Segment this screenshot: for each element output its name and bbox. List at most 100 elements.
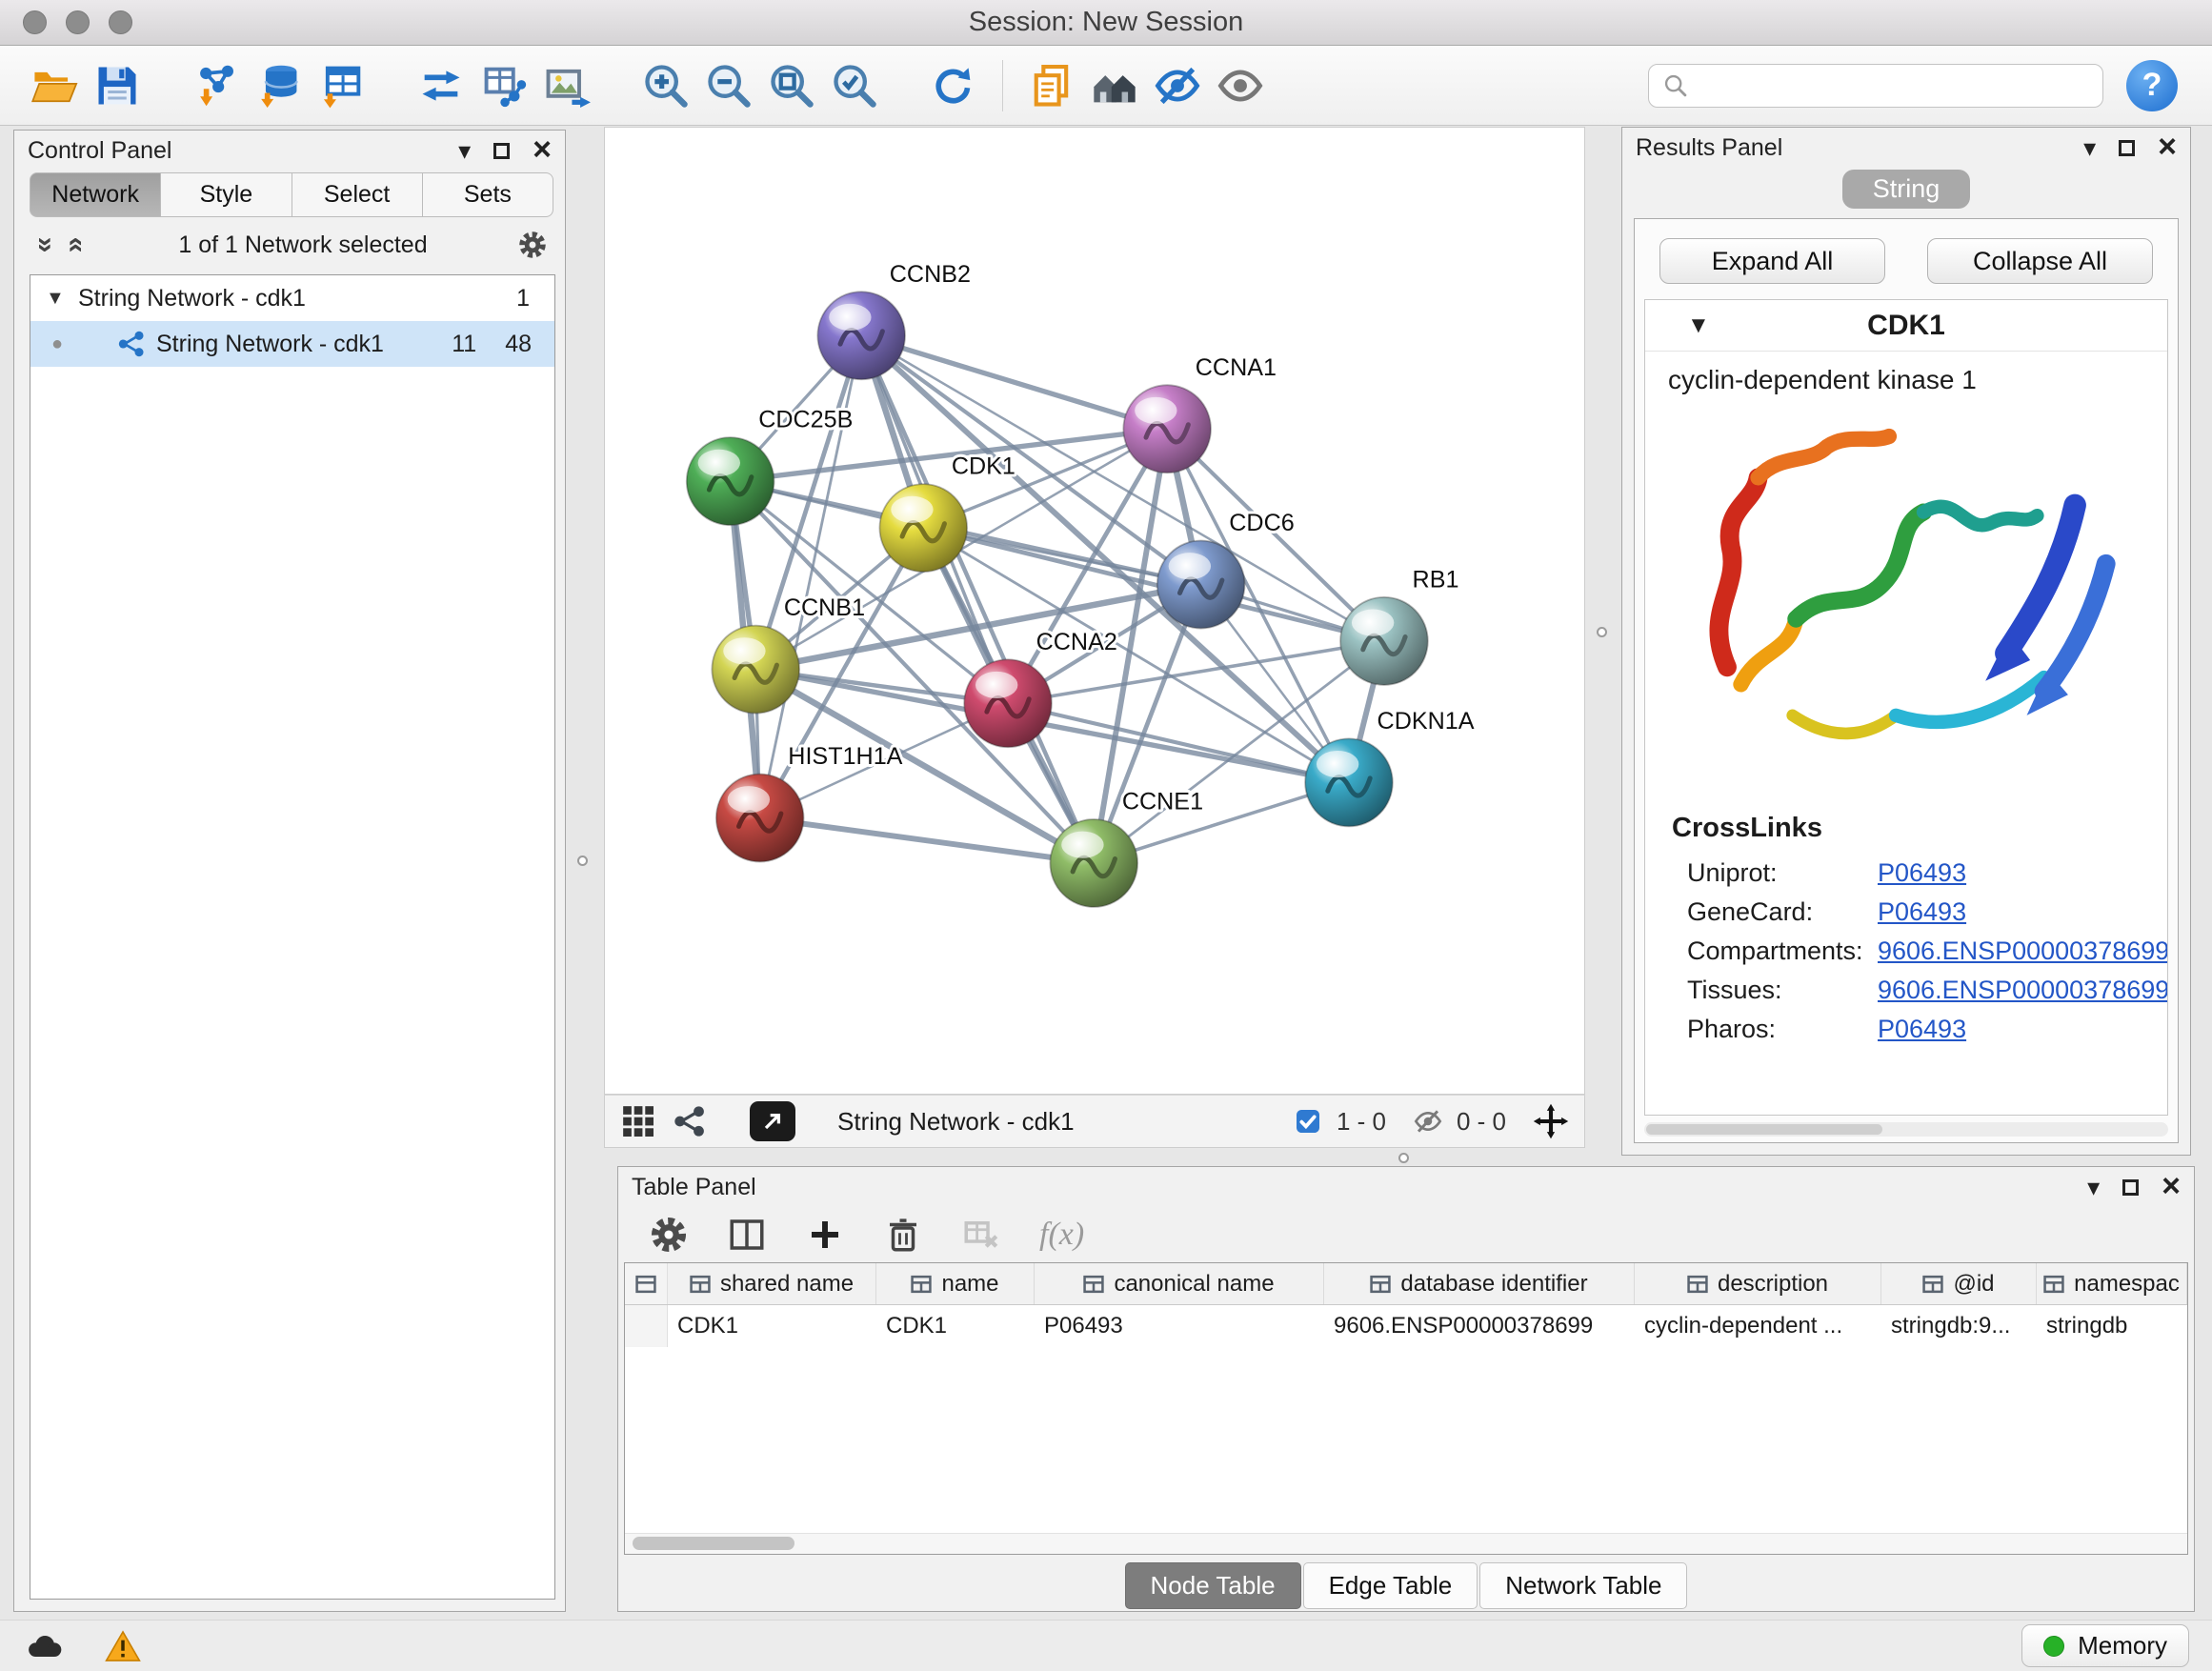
network-node-RB1[interactable]: RB1	[1340, 566, 1458, 684]
close-window-button[interactable]	[23, 10, 47, 34]
column-header-shared-name[interactable]: shared name	[668, 1263, 876, 1304]
refresh-button[interactable]	[922, 54, 985, 117]
column-header-name[interactable]: name	[876, 1263, 1035, 1304]
tab-edge-table[interactable]: Edge Table	[1303, 1562, 1478, 1609]
network-row-selected[interactable]: ● String Network - cdk1 11 48	[30, 321, 554, 367]
open-in-browser-button[interactable]	[750, 1101, 795, 1141]
entry-collapse-icon[interactable]: ▼	[1687, 312, 1710, 339]
cell-name[interactable]: CDK1	[876, 1305, 1035, 1347]
column-header-database-identifier[interactable]: database identifier	[1324, 1263, 1635, 1304]
results-horizontal-scrollbar[interactable]	[1644, 1122, 2168, 1137]
tree-expand-icon[interactable]: ▼	[46, 288, 78, 310]
splitter-handle[interactable]	[577, 856, 588, 866]
gene-entry-header[interactable]: ▼ CDK1	[1645, 300, 2167, 352]
edge-CCNB2-CCNE1[interactable]	[861, 335, 1094, 863]
new-network-button[interactable]	[410, 54, 473, 117]
cell-canonical-name[interactable]: P06493	[1035, 1305, 1324, 1347]
scrollbar-thumb[interactable]	[633, 1537, 794, 1550]
expand-all-icon[interactable]: »	[58, 231, 90, 259]
edge-HIST1H1A-CCNE1[interactable]	[760, 817, 1095, 863]
panel-float-icon[interactable]	[493, 143, 510, 159]
scrollbar-thumb[interactable]	[1646, 1124, 1882, 1135]
memory-button[interactable]: Memory	[2021, 1624, 2189, 1667]
import-table-from-file-button[interactable]	[311, 54, 373, 117]
panel-float-icon[interactable]	[2122, 1179, 2139, 1196]
panel-close-icon[interactable]: ×	[2162, 1174, 2181, 1199]
grid-view-icon[interactable]	[620, 1103, 656, 1139]
collapse-all-button[interactable]: Collapse All	[1927, 238, 2153, 284]
network-collection-row[interactable]: ▼ String Network - cdk1 1	[30, 275, 554, 321]
navigator-move-icon[interactable]	[1533, 1103, 1569, 1139]
network-canvas[interactable]: CCNB2CCNA1CDC25BCDK1CDC6RB1CCNB1CCNA2CDK…	[605, 128, 1584, 1094]
cell-id[interactable]: stringdb:9...	[1881, 1305, 2037, 1347]
zoom-in-button[interactable]	[634, 54, 697, 117]
delete-column-trash-icon[interactable]	[883, 1215, 923, 1255]
expand-all-button[interactable]: Expand All	[1659, 238, 1885, 284]
maximize-window-button[interactable]	[109, 10, 132, 34]
selected-checkbox-icon[interactable]	[1293, 1106, 1323, 1137]
crosslink-pharos-link[interactable]: P06493	[1878, 1015, 2167, 1044]
results-tab-string[interactable]: String	[1842, 170, 1971, 209]
cell-database-identifier[interactable]: 9606.ENSP00000378699	[1324, 1305, 1635, 1347]
search-input[interactable]	[1699, 71, 2089, 99]
zoom-fit-button[interactable]	[760, 54, 823, 117]
crosslink-compartments-link[interactable]: 9606.ENSP00000378699	[1878, 936, 2168, 966]
panel-menu-icon[interactable]: ▾	[458, 138, 471, 163]
panel-float-icon[interactable]	[2119, 140, 2135, 156]
tab-style[interactable]: Style	[161, 172, 292, 217]
panel-close-icon[interactable]: ×	[2158, 134, 2177, 160]
collapse-all-icon[interactable]: »	[30, 231, 62, 259]
network-node-CDC25B[interactable]: CDC25B	[687, 407, 854, 525]
table-settings-gear-icon[interactable]	[649, 1215, 689, 1255]
panel-menu-icon[interactable]: ▾	[2087, 1175, 2100, 1199]
open-session-button[interactable]	[23, 54, 86, 117]
column-header-description[interactable]: description	[1635, 1263, 1881, 1304]
add-column-icon[interactable]	[805, 1215, 845, 1255]
warning-icon[interactable]	[105, 1629, 141, 1663]
new-network-from-table-button[interactable]	[473, 54, 535, 117]
minimize-window-button[interactable]	[66, 10, 90, 34]
import-network-from-file-button[interactable]	[185, 54, 248, 117]
column-header-id[interactable]: @id	[1881, 1263, 2037, 1304]
edge-CCNB2-CCNA1[interactable]	[861, 335, 1167, 429]
column-header-namespace[interactable]: namespac	[2037, 1263, 2187, 1304]
network-node-CDK1[interactable]: CDK1	[879, 453, 1015, 572]
cell-description[interactable]: cyclin-dependent ...	[1635, 1305, 1881, 1347]
tab-sets[interactable]: Sets	[423, 172, 553, 217]
panel-close-icon[interactable]: ×	[533, 137, 552, 163]
network-node-CCNE1[interactable]: CCNE1	[1050, 789, 1203, 907]
copy-button[interactable]	[1020, 54, 1083, 117]
crosslink-tissues-link[interactable]: 9606.ENSP00000378699	[1878, 976, 2168, 1005]
table-horizontal-scrollbar[interactable]	[625, 1533, 2187, 1554]
network-node-CCNA1[interactable]: CCNA1	[1123, 354, 1277, 473]
save-session-button[interactable]	[86, 54, 149, 117]
import-network-from-database-button[interactable]	[248, 54, 311, 117]
network-node-HIST1H1A[interactable]: HIST1H1A	[716, 743, 903, 861]
network-node-CDKN1A[interactable]: CDKN1A	[1305, 708, 1475, 826]
tab-network[interactable]: Network	[30, 172, 161, 217]
cloud-icon[interactable]	[23, 1631, 65, 1661]
export-image-button[interactable]	[535, 54, 598, 117]
crosslink-uniprot-link[interactable]: P06493	[1878, 858, 2167, 888]
share-network-icon[interactable]	[672, 1103, 708, 1139]
show-columns-icon[interactable]	[727, 1215, 767, 1255]
tab-network-table[interactable]: Network Table	[1479, 1562, 1687, 1609]
network-node-CDC6[interactable]: CDC6	[1157, 510, 1295, 628]
splitter-handle[interactable]	[1398, 1153, 1409, 1163]
column-header-canonical-name[interactable]: canonical name	[1035, 1263, 1324, 1304]
zoom-selected-button[interactable]	[823, 54, 886, 117]
hidden-eye-slash-icon[interactable]	[1413, 1106, 1443, 1137]
tab-select[interactable]: Select	[292, 172, 423, 217]
panel-menu-icon[interactable]: ▾	[2083, 135, 2096, 160]
show-all-button[interactable]	[1209, 54, 1272, 117]
cell-namespace[interactable]: stringdb	[2037, 1305, 2187, 1347]
cell-shared-name[interactable]: CDK1	[668, 1305, 876, 1347]
hide-selected-button[interactable]	[1146, 54, 1209, 117]
zoom-out-button[interactable]	[697, 54, 760, 117]
tab-node-table[interactable]: Node Table	[1125, 1562, 1301, 1609]
help-button[interactable]: ?	[2126, 60, 2178, 111]
table-row[interactable]: CDK1 CDK1 P06493 9606.ENSP00000378699 cy…	[625, 1305, 2187, 1347]
home-view-button[interactable]	[1083, 54, 1146, 117]
gear-icon[interactable]	[517, 230, 548, 260]
splitter-handle[interactable]	[1597, 627, 1607, 637]
